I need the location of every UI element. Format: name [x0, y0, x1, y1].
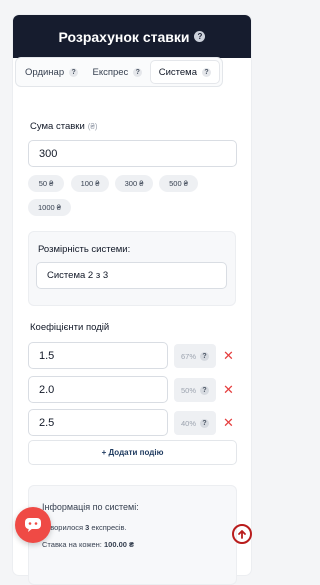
system-info-combinations: Утворилося 3 експресів.: [42, 523, 127, 532]
calculator-header: Розрахунок ставки ?: [13, 15, 251, 58]
page-title: Розрахунок ставки: [58, 28, 190, 45]
quick-amount-chip[interactable]: 1000 ₴: [28, 199, 71, 216]
stake-label: Сума ставки (₴): [30, 121, 98, 132]
tab-label: Система: [158, 66, 197, 78]
system-size-label: Розмірність системи:: [38, 244, 131, 255]
system-info-panel: Інформація по системі: Утворилося 3 експ…: [28, 485, 237, 585]
chat-button[interactable]: [15, 507, 51, 543]
odds-input[interactable]: 2.0: [28, 376, 168, 403]
probability-badge: 40% ?: [174, 411, 216, 435]
system-info-title: Інформація по системі:: [42, 502, 139, 512]
scroll-top-button[interactable]: [232, 524, 252, 544]
tab-label: Ординар: [25, 66, 65, 78]
help-icon[interactable]: ?: [194, 31, 206, 42]
quick-amount-chip[interactable]: 100 ₴: [71, 175, 109, 192]
help-icon[interactable]: ?: [200, 351, 209, 361]
info-text: експресів.: [89, 523, 127, 532]
help-icon[interactable]: ?: [69, 67, 79, 77]
chat-icon: [25, 518, 41, 532]
tab-single[interactable]: Ординар ?: [19, 61, 84, 83]
odds-input[interactable]: 1.5: [28, 342, 168, 369]
odds-input[interactable]: 2.5: [28, 409, 168, 436]
bet-type-tabs: Ординар ? Експрес ? Система ?: [15, 57, 223, 87]
stake-label-text: Сума ставки: [30, 121, 85, 132]
currency-hint: (₴): [87, 122, 98, 131]
quick-amount-chip[interactable]: 300 ₴: [115, 175, 153, 192]
probability-badge: 50% ?: [174, 378, 216, 402]
tab-system[interactable]: Система ?: [150, 61, 219, 83]
remove-odds-button[interactable]: ✕: [223, 416, 234, 429]
add-event-button[interactable]: + Додати подію: [28, 440, 237, 465]
quick-amount-chip[interactable]: 50 ₴: [28, 175, 64, 192]
arrow-up-icon: [238, 530, 246, 539]
help-icon[interactable]: ?: [133, 67, 143, 77]
tab-express[interactable]: Експрес ?: [84, 61, 151, 83]
info-text: Ставка на кожен:: [42, 540, 104, 549]
system-size-select[interactable]: Система 2 з 3: [36, 262, 227, 289]
probability-value: 67%: [180, 351, 196, 361]
probability-badge: 67% ?: [174, 344, 216, 368]
remove-odds-button[interactable]: ✕: [223, 383, 234, 396]
quick-amount-chip[interactable]: 500 ₴: [159, 175, 198, 192]
stake-per-combination: 100.00 ₴: [103, 540, 135, 549]
help-icon[interactable]: ?: [201, 67, 211, 77]
tab-label: Експрес: [92, 66, 129, 78]
stake-input[interactable]: 300: [28, 140, 237, 167]
system-info-stake-each: Ставка на кожен: 100.00 ₴: [42, 540, 134, 549]
odds-label: Коефіцієнти подій: [30, 322, 110, 333]
remove-odds-button[interactable]: ✕: [223, 349, 234, 362]
probability-value: 40%: [180, 418, 196, 428]
help-icon[interactable]: ?: [200, 385, 209, 395]
help-icon[interactable]: ?: [200, 418, 209, 428]
probability-value: 50%: [180, 385, 196, 395]
